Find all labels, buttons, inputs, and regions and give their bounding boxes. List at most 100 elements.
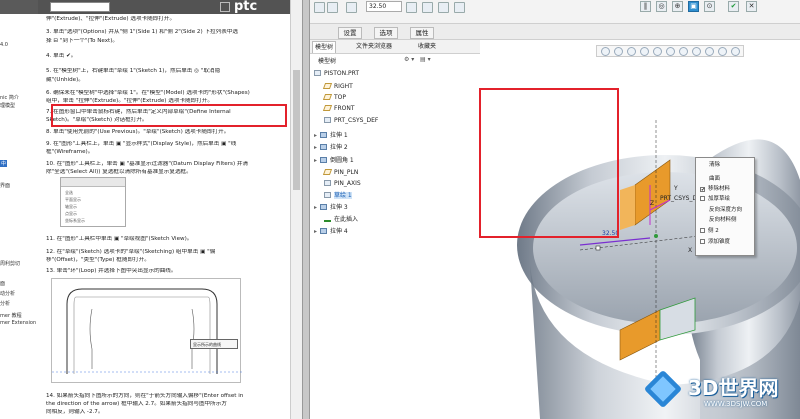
context-menu-item[interactable]: 加厚草绘 <box>700 195 730 203</box>
tree-item[interactable]: PIN_PLN <box>322 168 358 178</box>
plane-icon <box>322 94 333 100</box>
toc-item[interactable]: mer Extension <box>0 320 36 326</box>
tab-placement[interactable]: 设置 <box>338 27 362 39</box>
model-tree-title: 模型树 <box>318 58 337 65</box>
doc-line: 5. 在"模型树"上，右键单击"草绘 1"(Sketch 1)，然后单击 ◎ "… <box>46 68 221 74</box>
checkbox-checked-icon[interactable]: ✔ <box>700 187 705 193</box>
doc-line: 3. 单击"选项"(Options) 并从"侧 1"(Side 1) 和"侧 2… <box>46 29 239 35</box>
doc-line: 9. 在"图形"工具栏上，单击 ▣ "显示样式"(Display Style)，… <box>46 141 237 147</box>
ok-check-icon[interactable]: ✔ <box>728 1 739 12</box>
filter-row: 轴显示 <box>65 204 77 209</box>
preview-toggle-icon[interactable]: ▣ <box>688 1 699 12</box>
creo-window: 32.50 ‖ ◎ ⊕ ▣ ⊙ ✔ ✕ 设置 选项 属性 模型树 文件夹浏览器 … <box>310 0 800 419</box>
pane-divider[interactable] <box>302 0 310 419</box>
preview-icon[interactable]: ◎ <box>656 1 667 12</box>
verify-icon[interactable]: ⊕ <box>672 1 683 12</box>
toc-item[interactable]: 界面 <box>0 182 10 189</box>
checkbox-icon[interactable] <box>700 196 705 201</box>
depth-value-input[interactable]: 32.50 <box>366 1 402 12</box>
context-menu-label: 添加锥度 <box>708 239 731 245</box>
highlight-box-step-7 <box>51 104 287 127</box>
doc-line: 除"全选"(Select All)) 复选框以清除所有基准显示复选框。 <box>46 169 192 175</box>
tree-item-label: 拉伸 4 <box>330 228 348 235</box>
remove-material-icon[interactable] <box>438 2 449 13</box>
model-tree-tab-label: 模型树 <box>315 44 334 51</box>
context-menu-label: 反向材料侧 <box>709 217 737 223</box>
tab-favorites[interactable]: 收藏夹 <box>416 41 438 53</box>
doc-line: 11. 在"图形"工具栏中单击 ▣ "草绘视图"(Sketch View)。 <box>46 236 193 242</box>
tree-item[interactable]: 在此插入 <box>324 215 358 225</box>
tree-item-label: PIN_AXIS <box>334 180 361 187</box>
toc-item[interactable]: mer 教程 <box>0 312 22 319</box>
doc-line: the direction of the arrow) 框中输入 2.7。如果箭… <box>46 401 227 407</box>
doc-scrollbar[interactable] <box>290 0 302 419</box>
dropdown-icon[interactable] <box>406 2 417 13</box>
doc-line: 4. 单击 ✔。 <box>46 53 77 59</box>
toc-item[interactable]: 4.0 <box>0 42 8 48</box>
tree-item[interactable]: ▸ 拉伸 3 <box>314 203 348 213</box>
tree-item[interactable]: ▸ 拉伸 1 <box>314 131 348 141</box>
toc-item[interactable]: nic 简介 <box>0 94 19 101</box>
context-menu-item[interactable]: 添加锥度 <box>700 238 730 246</box>
tree-item[interactable]: PISTON.PRT <box>314 69 359 79</box>
tree-settings-icon[interactable]: ⚙ ▾ ▤ ▾ <box>404 56 431 63</box>
tree-item[interactable]: ▸ 倒圆角 1 <box>314 156 354 166</box>
tree-item[interactable]: FRONT <box>322 104 355 114</box>
drag-handle[interactable] <box>595 245 601 251</box>
checkbox-icon[interactable] <box>700 228 705 233</box>
axis-y-label: Y <box>673 185 678 192</box>
context-menu-item[interactable]: 反向深度方向 <box>709 206 742 214</box>
tab-folder-browser[interactable]: 文件夹浏览器 <box>354 41 394 53</box>
filter-row: 全选 <box>65 190 73 195</box>
ptc-logo: ptc <box>234 0 258 14</box>
doc-line: 6. 确保未在"模型树"中选择"草绘 1"。在"模型"(Model) 选项卡的"… <box>46 90 250 96</box>
doc-line: 10. 在"图形"工具栏上，单击 ▣ "基准显示过滤器"(Datum Displ… <box>46 161 249 167</box>
context-menu-item[interactable]: ✔ 移除材料 <box>700 185 730 193</box>
toc-item[interactable]: 理模型 <box>0 102 15 109</box>
flip-direction-icon[interactable] <box>422 2 433 13</box>
plane-icon <box>322 169 333 175</box>
context-menu-item[interactable]: 清除 <box>709 161 720 169</box>
tree-item-label: FRONT <box>334 105 355 112</box>
cancel-icon[interactable]: ✕ <box>746 1 757 12</box>
thicken-icon[interactable] <box>454 2 465 13</box>
context-menu-item[interactable]: 侧 2 <box>700 227 719 235</box>
datum-filter-screenshot: 全选 平面显示 轴显示 点显示 坐标系显示 <box>60 177 126 227</box>
toc-item[interactable]: 面 <box>0 280 5 287</box>
tree-item[interactable]: ▸ 拉伸 2 <box>314 143 348 153</box>
tab-options[interactable]: 选项 <box>374 27 398 39</box>
surface-icon[interactable] <box>327 2 338 13</box>
tab-model-tree[interactable]: 模型树 <box>312 41 337 53</box>
tree-item[interactable]: ▸ 拉伸 4 <box>314 227 348 237</box>
feature-controls: ‖ ◎ ⊕ ▣ ⊙ ✔ ✕ <box>640 0 800 14</box>
tree-item[interactable]: PRT_CSYS_DEF <box>324 116 378 126</box>
depth-option-icon[interactable] <box>346 2 357 13</box>
tree-item-label: 拉伸 1 <box>330 132 348 139</box>
toc-item-selected[interactable]: 中 <box>0 160 8 167</box>
doc-line: 藏"(Unhide)。 <box>46 77 84 83</box>
toc-item[interactable]: 周利剪切 <box>0 260 20 267</box>
doc-nav-icon[interactable] <box>220 2 230 12</box>
tree-item-label: 在此插入 <box>334 216 359 223</box>
tree-item-label: 倒圆角 1 <box>330 157 354 164</box>
toc-item[interactable]: 动分析 <box>0 290 15 297</box>
tab-properties[interactable]: 属性 <box>410 27 434 39</box>
documentation-pane: 4.0 nic 简介 理模型 中 界面 周利剪切 面 动分析 分析 mer 教程… <box>0 0 302 419</box>
round-icon <box>320 157 327 163</box>
glasses-icon[interactable]: ⊙ <box>704 1 715 12</box>
tree-item[interactable]: TOP <box>322 93 346 103</box>
tree-item[interactable]: PIN_AXIS <box>324 179 361 189</box>
doc-line: 伸"(Extrude)、"拉伸"(Extrude) 选项卡随即打开。 <box>46 16 176 22</box>
scrollbar-thumb[interactable] <box>293 70 300 190</box>
doc-search-input[interactable] <box>50 2 110 12</box>
context-menu-item[interactable]: 曲面 <box>709 175 720 183</box>
tree-item[interactable]: RIGHT <box>322 82 353 92</box>
toc-item[interactable]: 分析 <box>0 300 10 307</box>
tree-item[interactable]: 草绘 1 <box>324 191 352 201</box>
plane-icon <box>322 105 333 111</box>
pause-icon[interactable]: ‖ <box>640 1 651 12</box>
context-menu-item[interactable]: 反向材料侧 <box>709 216 737 224</box>
sketch-icon <box>324 192 331 198</box>
checkbox-icon[interactable] <box>700 239 705 244</box>
solid-icon[interactable] <box>314 2 325 13</box>
